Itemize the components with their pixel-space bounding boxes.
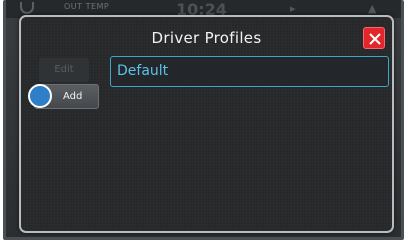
- edit-button[interactable]: Edit: [39, 58, 89, 82]
- add-button-label: Add: [63, 91, 83, 102]
- home-icon: [20, 2, 34, 14]
- close-button[interactable]: [363, 27, 385, 49]
- close-icon: [369, 33, 381, 45]
- signal-icon: ▲: [368, 2, 377, 15]
- volume-icon: ▸: [290, 2, 296, 15]
- dialog-background: [21, 17, 392, 231]
- add-touch-indicator: [28, 84, 52, 108]
- out-temp-label: OUT TEMP: [64, 2, 110, 11]
- profile-item-default[interactable]: Default: [110, 56, 389, 87]
- driver-profiles-dialog: Driver Profiles Edit Add Default: [19, 15, 394, 233]
- dialog-title: Driver Profiles: [151, 29, 262, 47]
- head-unit-screen: OUT TEMP 10:24 ▸ ▲ Driver Profiles Edit …: [6, 0, 401, 237]
